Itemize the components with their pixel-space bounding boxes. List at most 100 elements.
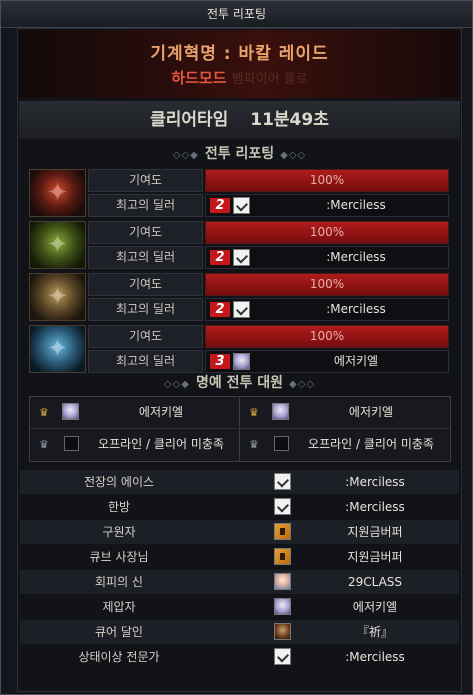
award-row[interactable]: 제압자 에저키엘	[20, 595, 459, 619]
award-row[interactable]: 큐브 사장님 지원금버퍼	[20, 545, 459, 569]
award-player: :Merciless	[345, 475, 405, 489]
white-flag-icon	[233, 197, 250, 214]
crown-icon: ♛	[39, 438, 49, 451]
raid-mode-suffix: 뱀파이어 플로	[231, 72, 308, 87]
rank-badge: 3	[210, 354, 230, 369]
crown-icon: ♛	[39, 406, 49, 419]
award-player: :Merciless	[345, 500, 405, 514]
contribution-value: 100%	[309, 277, 345, 291]
boss-mask-icon: ✦	[46, 282, 69, 312]
award-title: 전장의 에이스	[83, 475, 155, 489]
award-row[interactable]: 큐어 달인 『祈』	[20, 620, 459, 644]
award-player: 에저키엘	[352, 600, 398, 614]
award-title: 구원자	[102, 525, 136, 539]
award-title: 상태이상 전문가	[78, 650, 160, 664]
award-row[interactable]: 전장의 에이스 :Merciless	[20, 470, 459, 494]
boss-portrait: ✦	[29, 169, 86, 217]
best-dealer-label: 최고의 딜러	[88, 350, 203, 373]
boss-portrait: ✦	[29, 221, 86, 269]
award-player: :Merciless	[345, 650, 405, 664]
pixel-character-icon	[274, 548, 291, 565]
rank-badge: 2	[210, 250, 230, 265]
white-flag-icon	[233, 301, 250, 318]
divider	[239, 397, 240, 461]
award-player: 『祈』	[356, 625, 393, 639]
award-title: 회피의 신	[95, 575, 143, 589]
divider	[30, 428, 450, 429]
best-dealer-cell[interactable]: 3 에저키엘	[205, 350, 449, 373]
honor-member-status: 오프라인 / 클리어 미충족	[308, 437, 434, 451]
honor-section-title: 명예 전투 대원	[195, 375, 284, 391]
contribution-label: 기여도	[88, 169, 203, 192]
ornament-icon: ◆◇◇	[289, 379, 316, 390]
best-dealer-cell[interactable]: 2:Merciless	[205, 298, 449, 321]
contribution-label: 기여도	[88, 273, 203, 296]
award-player: 지원금버퍼	[347, 550, 403, 564]
honor-member-cell[interactable]: ♛ 에저키엘	[30, 397, 239, 427]
character-avatar-icon	[62, 403, 79, 420]
empty-slot-icon	[64, 436, 79, 451]
contribution-bar: 100%	[205, 325, 449, 348]
contribution-value: 100%	[309, 173, 345, 187]
clear-time-label: 클리어타임	[150, 110, 229, 130]
rank-badge: 2	[210, 198, 230, 213]
report-section-title: 전투 리포팅	[204, 146, 275, 162]
character-avatar-icon	[274, 573, 291, 590]
award-title: 한방	[107, 500, 131, 514]
award-title: 큐브 사장님	[89, 550, 149, 564]
window-title: 전투 리포팅	[1, 1, 472, 28]
crown-icon: ♛	[249, 438, 259, 451]
best-dealer-name: 에저키엘	[333, 354, 379, 368]
award-title: 큐어 달인	[95, 625, 143, 639]
award-title: 제압자	[102, 600, 136, 614]
raid-mode-label: 하드모드	[171, 69, 227, 87]
honor-member-name: 에저키엘	[138, 405, 184, 419]
boss-report-row: ✦ 기여도 최고의 딜러 100% 2:Merciless	[29, 273, 449, 321]
boss-report-row: ✦ 기여도 최고의 딜러 100% 2 :Merciless	[29, 221, 449, 269]
boss-mask-icon: ✦	[46, 178, 69, 208]
boss-portrait: ✦	[29, 325, 86, 373]
boss-mask-icon: ✦	[46, 230, 69, 260]
empty-slot-icon	[274, 436, 289, 451]
white-flag-icon	[274, 498, 291, 515]
best-dealer-cell[interactable]: 2 :Merciless	[205, 194, 449, 217]
raid-banner: 기계혁명 : 바칼 레이드 하드모드 뱀파이어 플로	[19, 30, 460, 98]
clear-time-bar: 클리어타임 11분49초	[19, 101, 460, 139]
battle-report-window: 전투 리포팅 기계혁명 : 바칼 레이드 하드모드 뱀파이어 플로 클리어타임 …	[0, 0, 473, 695]
best-dealer-label: 최고의 딜러	[88, 298, 203, 321]
best-dealer-cell[interactable]: 2 :Merciless	[205, 246, 449, 269]
award-row[interactable]: 구원자 지원금버퍼	[20, 520, 459, 544]
best-dealer-label: 최고의 딜러	[88, 246, 203, 269]
raid-mode: 하드모드 뱀파이어 플로	[19, 67, 460, 88]
award-player: 지원금버퍼	[347, 525, 403, 539]
award-player: 29CLASS	[347, 575, 403, 589]
honor-member-name: 에저키엘	[348, 405, 394, 419]
boss-report-row: ✦ 기여도 최고의 딜러 100% 3 에저키엘	[29, 325, 449, 373]
pixel-character-icon	[274, 523, 291, 540]
raid-title: 기계혁명 : 바칼 레이드	[150, 44, 329, 64]
report-panel: 기계혁명 : 바칼 레이드 하드모드 뱀파이어 플로 클리어타임 11분49초 …	[17, 28, 462, 692]
character-avatar-icon	[233, 353, 250, 370]
award-row[interactable]: 한방 :Merciless	[20, 495, 459, 519]
honor-member-cell[interactable]: ♛ 에저키엘	[240, 397, 449, 427]
award-row[interactable]: 상태이상 전문가 :Merciless	[20, 645, 459, 669]
report-section-header: ◇◇◆ 전투 리포팅 ◆◇◇	[18, 143, 461, 165]
contribution-bar: 100%	[205, 273, 449, 296]
clear-time-value: 11분49초	[250, 110, 329, 130]
character-avatar-icon	[274, 598, 291, 615]
contribution-value: 100%	[309, 225, 345, 239]
white-flag-icon	[233, 249, 250, 266]
rank-badge: 2	[210, 302, 230, 317]
boss-portrait: ✦	[29, 273, 86, 321]
honor-member-cell: ♛ 오프라인 / 클리어 미충족	[30, 429, 239, 459]
honor-member-cell: ♛ 오프라인 / 클리어 미충족	[240, 429, 449, 459]
best-dealer-label: 최고의 딜러	[88, 194, 203, 217]
white-flag-icon	[274, 648, 291, 665]
best-dealer-name: :Merciless	[326, 198, 386, 212]
award-row[interactable]: 회피의 신 29CLASS	[20, 570, 459, 594]
boss-mask-icon: ✦	[46, 334, 69, 364]
contribution-label: 기여도	[88, 325, 203, 348]
contribution-label: 기여도	[88, 221, 203, 244]
boss-report-row: ✦ 기여도 최고의 딜러 100% 2 :Merciless	[29, 169, 449, 217]
best-dealer-name: :Merciless	[326, 250, 386, 264]
